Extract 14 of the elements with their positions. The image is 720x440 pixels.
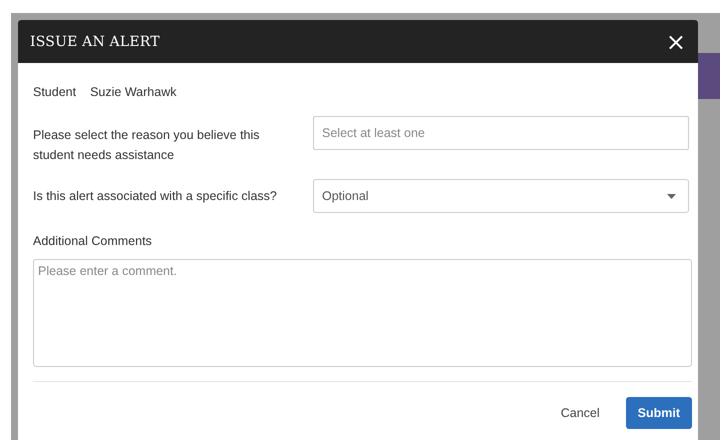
field-label: Student	[33, 85, 76, 101]
class-dropdown[interactable]: Optional	[313, 179, 689, 213]
close-button[interactable]: ×	[662, 30, 690, 54]
field-label: Please select the reason you believe this student needs assistance	[33, 127, 261, 164]
submit-button[interactable]: Submit	[626, 397, 692, 429]
banner-strip	[696, 53, 720, 99]
comment-field[interactable]: Please enter a comment.	[33, 259, 692, 367]
student-name: Suzie Warhawk	[90, 85, 176, 101]
caret-icon	[667, 194, 676, 198]
reason-select-field[interactable]: Select at least one	[313, 116, 689, 150]
cancel-button[interactable]: Cancel	[548, 397, 612, 429]
field-label: Is this alert associated with a specific class?	[33, 188, 278, 205]
dialog-title: ISSUE AN ALERT	[30, 34, 160, 50]
field-label: Additional Comments	[33, 234, 153, 250]
